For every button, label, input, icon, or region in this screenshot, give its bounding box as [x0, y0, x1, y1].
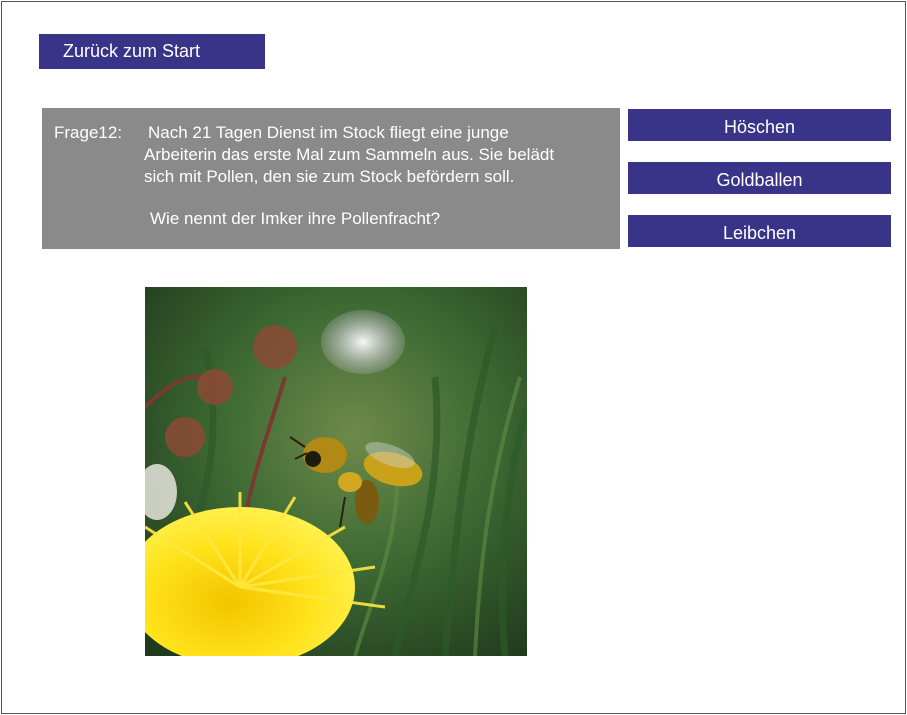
- question-text-line-1: Nach 21 Tagen Dienst im Stock fliegt ein…: [148, 123, 509, 142]
- question-prompt: Wie nennt der Imker ihre Pollenfracht?: [150, 209, 441, 228]
- answer-button-leibchen[interactable]: Leibchen: [628, 215, 891, 247]
- question-number: Frage12:: [54, 123, 123, 142]
- answer-button-hoeschen[interactable]: Höschen: [628, 109, 891, 141]
- question-text-line-2: Arbeiterin das erste Mal zum Sammeln aus…: [144, 145, 555, 164]
- question-panel: Frage12: Nach 21 Tagen Dienst im Stock f…: [42, 108, 620, 249]
- bee-on-dandelion-photo: [145, 287, 527, 656]
- answer-button-goldballen[interactable]: Goldballen: [628, 162, 891, 194]
- back-to-start-button[interactable]: Zurück zum Start: [39, 34, 265, 69]
- question-text-line-3: sich mit Pollen, den sie zum Stock beför…: [144, 167, 515, 186]
